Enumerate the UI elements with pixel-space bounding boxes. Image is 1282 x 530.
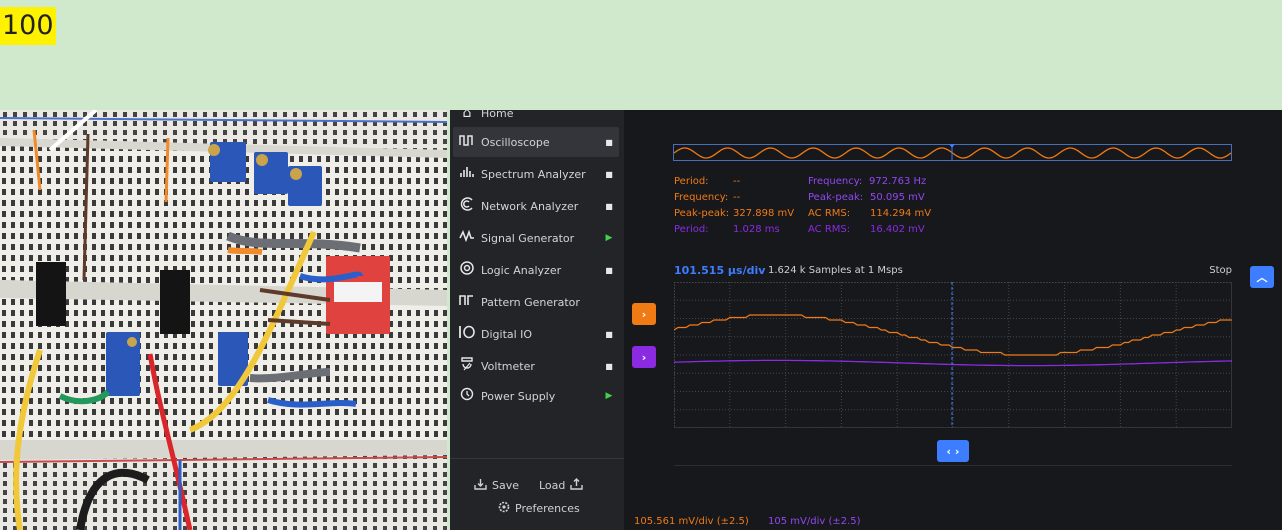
load-icon — [570, 478, 584, 493]
chevron-up-icon: ︿ — [1256, 271, 1268, 284]
ch1-peak-peak-label: Peak-peak: — [674, 208, 730, 219]
sidebar-item-label: Oscilloscope — [481, 135, 550, 149]
logic-icon — [453, 261, 481, 279]
ch1-period-value: -- — [733, 176, 741, 187]
ch2-period-label: Period: — [674, 224, 709, 235]
ch2-peak-peak-label: Peak-peak: — [808, 192, 864, 203]
left-right-arrows-icon: ‹ › — [946, 444, 960, 458]
sidebar-item-label: Signal Generator — [481, 231, 575, 245]
save-icon — [474, 478, 487, 493]
sidebar-divider — [450, 458, 624, 459]
ch2-offset-handle[interactable]: › — [632, 346, 656, 368]
signal-icon — [453, 229, 481, 246]
ch2-ac-rms-label: AC RMS: — [808, 224, 851, 235]
ch2-frequency-value: 972.763 Hz — [869, 176, 927, 187]
oscilloscope-plot[interactable] — [674, 282, 1232, 428]
pattern-icon — [453, 294, 481, 310]
breadboard-photo — [0, 110, 447, 530]
preferences-label: Preferences — [515, 502, 580, 515]
sidebar-item-label: Voltmeter — [481, 359, 535, 373]
scopy-app-window: ⌂ Home Oscilloscope ■ Spectrum Analyzer … — [450, 110, 1282, 530]
sidebar-item-spectrum-analyzer[interactable]: Spectrum Analyzer ■ — [453, 159, 619, 189]
ch1-peak-peak-value: 327.898 mV — [733, 208, 795, 219]
load-label: Load — [539, 479, 566, 492]
stop-icon[interactable]: ■ — [599, 266, 619, 275]
sidebar-item-voltmeter[interactable]: Voltmeter ■ — [453, 351, 619, 381]
sidebar-item-pattern-generator[interactable]: Pattern Generator — [453, 287, 619, 317]
top-band: 100 — [0, 0, 1282, 110]
ch1-ac-rms-label: AC RMS: — [808, 208, 851, 219]
ch2-frequency-label: Frequency: — [808, 176, 863, 187]
stop-icon[interactable]: ■ — [599, 138, 619, 147]
sidebar-item-label: Network Analyzer — [481, 199, 579, 213]
network-icon — [453, 197, 481, 215]
sidebar-item-power-supply[interactable]: Power Supply ▶ — [453, 381, 619, 411]
save-button[interactable]: Save — [474, 478, 519, 493]
sidebar-item-network-analyzer[interactable]: Network Analyzer ■ — [453, 191, 619, 221]
chevron-right-icon: › — [641, 350, 647, 364]
sidebar-item-home[interactable]: ⌂ Home — [453, 110, 619, 128]
sidebar-item-label: Home — [481, 110, 514, 120]
collapse-button[interactable]: ︿ — [1250, 266, 1274, 288]
stop-icon[interactable]: ■ — [599, 202, 619, 211]
breadboard-illustration — [0, 110, 447, 530]
ch1-offset-handle[interactable]: › — [632, 303, 656, 325]
ch2-period-value: 1.028 ms — [733, 224, 780, 235]
ch2-scale-label: 105 mV/div (±2.5) — [768, 516, 861, 527]
overview-cursor-marker — [949, 144, 955, 148]
overview-strip[interactable] — [673, 144, 1233, 162]
load-button[interactable]: Load — [539, 478, 584, 493]
save-label: Save — [492, 479, 520, 492]
ch2-peak-peak-value: 50.095 mV — [870, 192, 925, 203]
plot-footer-divider — [674, 465, 1232, 466]
home-icon: ⌂ — [462, 110, 472, 121]
oscilloscope-main: Period: -- Frequency: -- Peak-peak: 327.… — [624, 110, 1282, 530]
timebase-label: 101.515 µs/div — [674, 264, 766, 277]
ch1-frequency-value: -- — [733, 192, 741, 203]
sidebar: ⌂ Home Oscilloscope ■ Spectrum Analyzer … — [450, 110, 624, 530]
samples-info: 1.624 k Samples at 1 Msps — [768, 265, 903, 276]
ch1-frequency-label: Frequency: — [674, 192, 729, 203]
sidebar-item-signal-generator[interactable]: Signal Generator ▶ — [453, 223, 619, 253]
stop-icon[interactable]: ■ — [599, 330, 619, 339]
ch1-scale-label: 105.561 mV/div (±2.5) — [634, 516, 749, 527]
voltmeter-icon — [453, 357, 481, 375]
power-icon — [453, 387, 481, 405]
ch2-ac-rms-value: 16.402 mV — [870, 224, 925, 235]
play-icon[interactable]: ▶ — [599, 233, 619, 243]
ch1-period-label: Period: — [674, 176, 709, 187]
time-position-handle[interactable]: ‹ › — [937, 440, 969, 462]
sidebar-item-label: Logic Analyzer — [481, 263, 562, 277]
play-icon[interactable]: ▶ — [599, 391, 619, 401]
sidebar-item-oscilloscope[interactable]: Oscilloscope ■ — [453, 127, 619, 157]
stop-icon[interactable]: ■ — [599, 362, 619, 371]
sidebar-item-label: Pattern Generator — [481, 295, 580, 309]
plot-grid — [674, 282, 1232, 428]
acquisition-status: Stop — [1209, 265, 1232, 276]
count-badge: 100 — [0, 7, 56, 45]
preferences-button[interactable]: Preferences — [498, 501, 580, 516]
stop-icon[interactable]: ■ — [599, 170, 619, 179]
sidebar-item-label: Spectrum Analyzer — [481, 167, 586, 181]
sidebar-item-logic-analyzer[interactable]: Logic Analyzer ■ — [453, 255, 619, 285]
digital-io-icon — [453, 325, 481, 343]
sidebar-item-digital-io[interactable]: Digital IO ■ — [453, 319, 619, 349]
chevron-right-icon: › — [641, 307, 647, 321]
sidebar-item-label: Digital IO — [481, 327, 533, 341]
oscilloscope-icon — [453, 134, 481, 150]
gear-icon — [498, 501, 510, 516]
spectrum-icon — [453, 166, 481, 182]
sidebar-item-label: Power Supply — [481, 389, 556, 403]
ch1-ac-rms-value: 114.294 mV — [870, 208, 932, 219]
